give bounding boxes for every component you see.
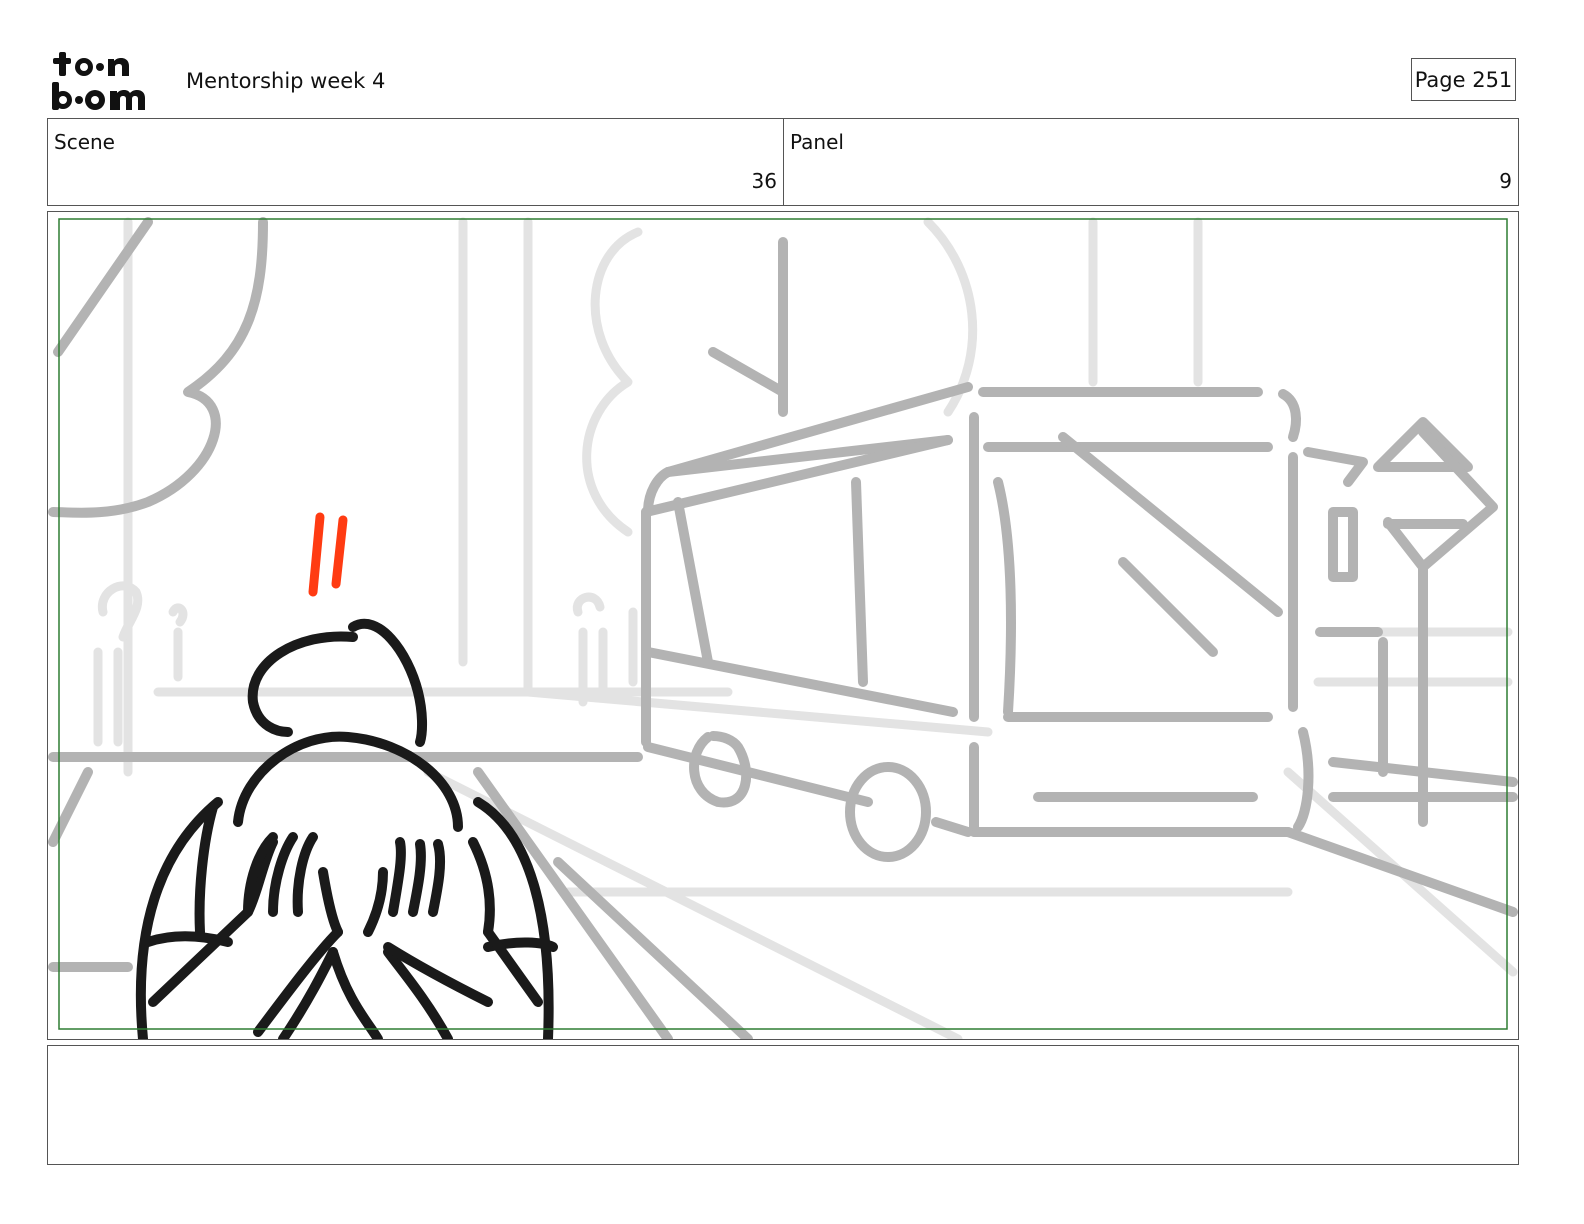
- surprise-marks: [308, 512, 348, 597]
- character-sketch: [135, 618, 558, 1039]
- panel-number: 9: [1499, 169, 1512, 193]
- scene-panel-info-row: Scene 36 Panel 9: [47, 118, 1519, 206]
- toon-boom-logo: [52, 52, 145, 110]
- scene-label: Scene: [54, 130, 115, 154]
- storyboard-panel-image: [47, 211, 1519, 1040]
- background-faint-sketch: [93, 217, 1518, 1039]
- sketch-drawing: [48, 217, 1518, 1039]
- panel-cell: Panel 9: [784, 119, 1518, 205]
- panel-label: Panel: [790, 130, 844, 154]
- scene-cell: Scene 36: [48, 119, 784, 205]
- panel-notes-box[interactable]: [47, 1045, 1519, 1165]
- document-title: Mentorship week 4: [186, 69, 386, 93]
- page-number-label: Page 251: [1411, 58, 1516, 101]
- scene-number: 36: [751, 169, 777, 193]
